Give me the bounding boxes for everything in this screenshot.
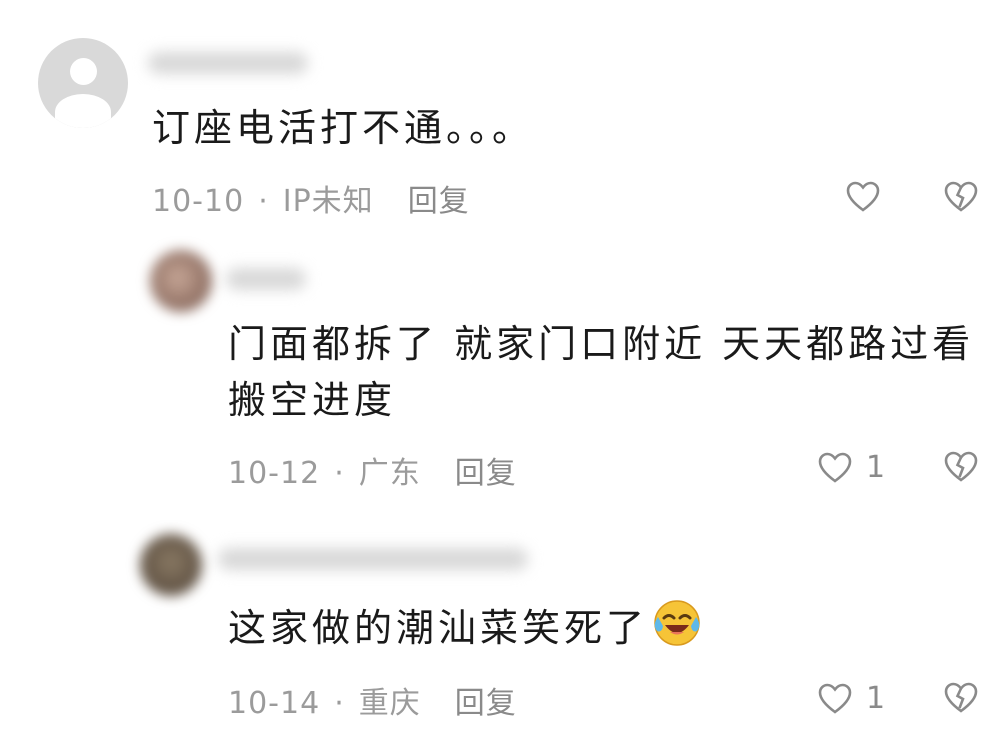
comment-text-content: 这家做的潮汕菜笑死了 [228,606,649,650]
user-body-icon [55,93,111,128]
meta-separator: · [334,456,345,491]
comment-meta: 10-12 · 广东 回复 [228,448,517,492]
dislike-button[interactable] [944,682,978,714]
comment-item: 门面都拆了 就家门口附近 天天都路过看搬空进度 10-12 · 广东 回复 1 [0,230,1000,500]
comment-meta: 10-10 · IP未知 回复 [152,176,470,220]
laughing-crying-emoji-icon [652,598,702,663]
like-count: 1 [866,450,886,485]
comment-location: 重庆 [358,686,421,721]
avatar[interactable] [150,250,212,312]
comment-date: 10-12 [228,456,321,491]
dislike-button[interactable] [944,451,978,483]
heart-icon [818,452,852,483]
comment-date: 10-14 [228,686,321,721]
like-button[interactable] [846,181,880,213]
heart-icon [846,181,880,212]
meta-separator: · [258,184,269,219]
comment-text: 订座电活打不通。。。 [152,106,535,150]
broken-heart-icon [944,181,978,212]
avatar[interactable] [38,38,128,128]
comment-location: 广东 [358,456,421,491]
username-blurred[interactable] [226,268,306,290]
username-blurred[interactable] [148,52,308,74]
dislike-button[interactable] [944,181,978,213]
avatar[interactable] [140,534,202,596]
username-blurred[interactable] [218,548,528,570]
reply-button[interactable]: 回复 [408,184,470,219]
like-count: 1 [866,681,886,716]
broken-heart-icon [944,682,978,713]
comment-date: 10-10 [152,184,245,219]
comment-location: IP未知 [282,184,374,219]
meta-separator: · [334,686,345,721]
heart-icon [818,683,852,714]
reply-button[interactable]: 回复 [455,456,517,491]
broken-heart-icon [944,451,978,482]
reply-button[interactable]: 回复 [455,686,517,721]
comment-text: 这家做的潮汕菜笑死了 [228,598,988,663]
comment-item: 订座电活打不通。。。 10-10 · IP未知 回复 [0,0,1000,230]
like-button[interactable]: 1 [818,681,885,716]
comment-text: 门面都拆了 就家门口附近 天天都路过看搬空进度 [228,322,975,422]
comment-item: 这家做的潮汕菜笑死了 10-14 · 重庆 回复 1 [0,500,1000,753]
comment-meta: 10-14 · 重庆 回复 [228,678,517,722]
user-head-icon [69,57,97,85]
like-button[interactable]: 1 [818,450,885,485]
